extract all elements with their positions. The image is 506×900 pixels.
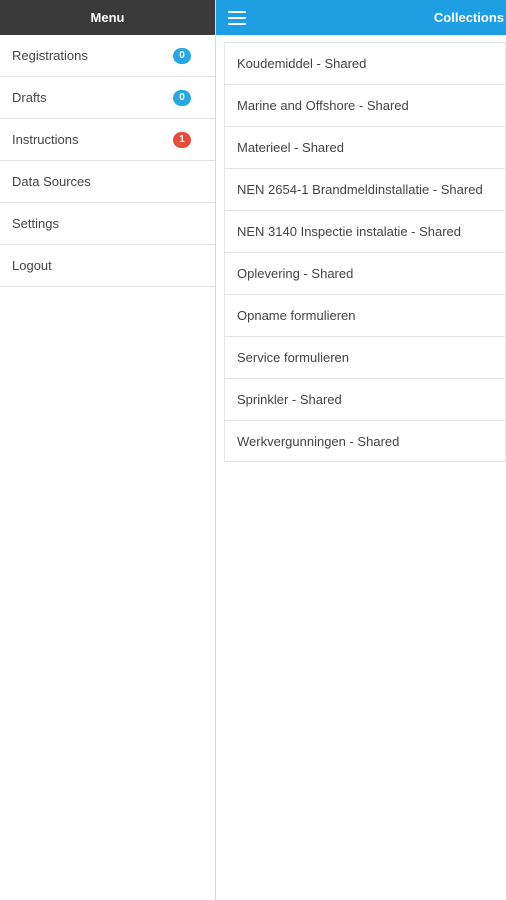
menu-title: Menu xyxy=(90,10,125,25)
top-bar: Collections xyxy=(216,0,506,35)
menu-item-data-sources[interactable]: Data Sources xyxy=(0,161,215,203)
hamburger-icon[interactable] xyxy=(228,10,246,25)
collection-item[interactable]: Werkvergunningen - Shared xyxy=(224,420,506,462)
collection-item[interactable]: Service formulieren xyxy=(224,336,506,378)
menu-item-label: Logout xyxy=(12,258,52,273)
collection-item[interactable]: Marine and Offshore - Shared xyxy=(224,84,506,126)
collection-item[interactable]: Materieel - Shared xyxy=(224,126,506,168)
registrations-count-badge: 0 xyxy=(173,47,191,64)
side-menu: Menu Registrations 0 Drafts 0 Instructio… xyxy=(0,0,216,900)
menu-item-instructions[interactable]: Instructions 1 xyxy=(0,119,215,161)
menu-item-logout[interactable]: Logout xyxy=(0,245,215,287)
menu-item-registrations[interactable]: Registrations 0 xyxy=(0,35,215,77)
menu-item-settings[interactable]: Settings xyxy=(0,203,215,245)
collection-item[interactable]: Sprinkler - Shared xyxy=(224,378,506,420)
menu-item-label: Data Sources xyxy=(12,174,91,189)
main-content: Collections Koudemiddel - Shared Marine a… xyxy=(216,0,506,900)
collection-item[interactable]: NEN 2654-1 Brandmeldinstallatie - Shared xyxy=(224,168,506,210)
drafts-count-badge: 0 xyxy=(173,89,191,106)
collection-item[interactable]: NEN 3140 Inspectie instalatie - Shared xyxy=(224,210,506,252)
page-title: Collections xyxy=(433,10,504,25)
menu-item-label: Drafts xyxy=(12,90,47,105)
collection-item[interactable]: Koudemiddel - Shared xyxy=(224,42,506,84)
menu-item-label: Instructions xyxy=(12,132,79,147)
instructions-count-badge: 1 xyxy=(173,131,191,148)
menu-item-label: Registrations xyxy=(12,48,88,63)
collections-list: Koudemiddel - Shared Marine and Offshore … xyxy=(216,35,506,462)
menu-header: Menu xyxy=(0,0,215,35)
collection-item[interactable]: Oplevering - Shared xyxy=(224,252,506,294)
menu-item-drafts[interactable]: Drafts 0 xyxy=(0,77,215,119)
collection-item[interactable]: Opname formulieren xyxy=(224,294,506,336)
menu-list: Registrations 0 Drafts 0 Instructions 1 … xyxy=(0,35,215,287)
app: Menu Registrations 0 Drafts 0 Instructio… xyxy=(0,0,506,900)
menu-item-label: Settings xyxy=(12,216,59,231)
